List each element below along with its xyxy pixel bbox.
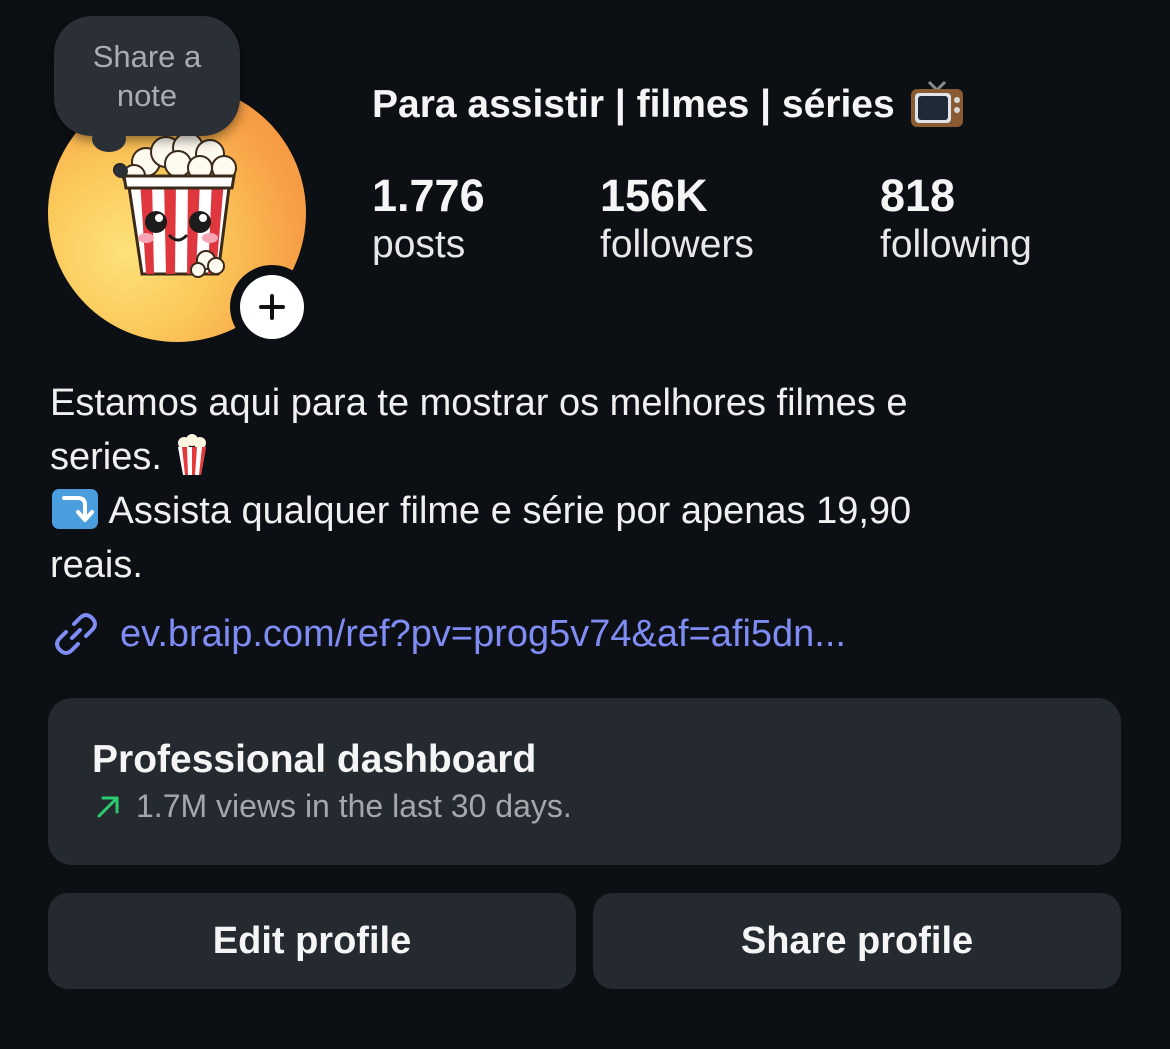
note-bubble-tail-dot bbox=[114, 164, 128, 178]
edit-profile-button[interactable]: Edit profile bbox=[48, 893, 576, 989]
bio-line-2: series. bbox=[50, 430, 1130, 484]
profile-bio: Estamos aqui para te mostrar os melhores… bbox=[50, 376, 1130, 592]
bio-line-4: reais. bbox=[50, 544, 143, 586]
share-profile-label: Share profile bbox=[740, 919, 974, 962]
dashboard-subtitle: 1.7M views in the last 30 days. bbox=[92, 788, 572, 825]
stat-following[interactable]: 818 following bbox=[880, 172, 1032, 270]
share-note-bubble[interactable]: Share a note bbox=[54, 16, 240, 136]
posts-label: posts bbox=[372, 223, 466, 266]
bio-line-3: Assista qualquer filme e série por apena… bbox=[50, 484, 1130, 538]
add-story-button[interactable] bbox=[230, 265, 314, 349]
edit-profile-label: Edit profile bbox=[212, 919, 412, 962]
dashboard-views-text: 1.7M views in the last 30 days. bbox=[136, 788, 572, 824]
profile-name: Para assistir | filmes | séries bbox=[372, 80, 965, 130]
followers-label: followers bbox=[600, 223, 754, 266]
popcorn-icon bbox=[178, 434, 207, 475]
dashboard-title: Professional dashboard bbox=[92, 738, 537, 781]
following-count: 818 bbox=[880, 170, 956, 221]
tv-icon bbox=[910, 80, 963, 127]
plus-icon bbox=[240, 275, 304, 339]
posts-count: 1.776 bbox=[372, 170, 485, 221]
bio-line-1: Estamos aqui para te mostrar os melhores… bbox=[50, 382, 908, 424]
profile-header: Share a note Para assistir | filmes | sé… bbox=[0, 0, 1170, 1049]
bio-line-3-text: Assista qualquer filme e série por apena… bbox=[108, 490, 912, 532]
note-bubble-tail bbox=[92, 126, 126, 152]
followers-count: 156K bbox=[600, 170, 708, 221]
profile-name-text: Para assistir | filmes | séries bbox=[372, 83, 895, 126]
arrow-down-right-icon bbox=[52, 489, 98, 529]
share-profile-button[interactable]: Share profile bbox=[593, 893, 1121, 989]
stat-posts[interactable]: 1.776 posts bbox=[372, 172, 485, 270]
trend-up-arrow-icon bbox=[97, 796, 119, 817]
bio-link-text: ev.braip.com/ref?pv=prog5v74&af=afi5dn..… bbox=[120, 612, 846, 655]
professional-dashboard-card[interactable]: Professional dashboard 1.7M views in the… bbox=[48, 698, 1121, 865]
following-label: following bbox=[880, 223, 1032, 266]
link-icon bbox=[55, 613, 97, 655]
bio-line-2-text: series. bbox=[50, 436, 162, 478]
bio-link[interactable]: ev.braip.com/ref?pv=prog5v74&af=afi5dn..… bbox=[50, 608, 846, 660]
stat-followers[interactable]: 156K followers bbox=[600, 172, 754, 270]
share-note-label: Share a note bbox=[92, 39, 202, 113]
